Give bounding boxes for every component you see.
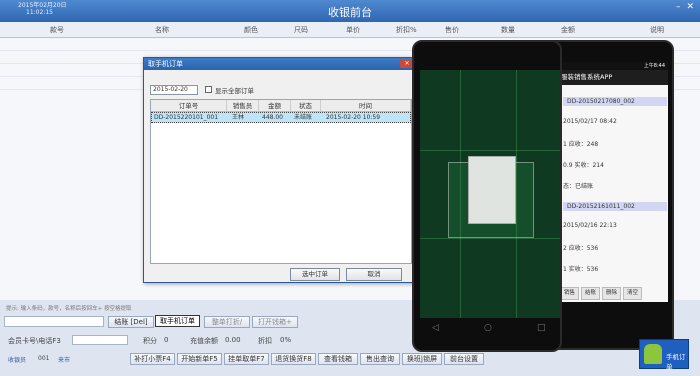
order-due-1: 1 应收：248 [563, 141, 599, 148]
phone-status-time: 上午8:44 [559, 62, 668, 70]
order-table: 订单号 销售员 金额 状态 时间 DD-2015220101_001 王林 44… [150, 99, 412, 264]
order-due-2: 2 应收：536 [563, 245, 599, 252]
receipt-image [468, 156, 516, 224]
col-amount: 金额 [561, 25, 575, 34]
cell-time: 2015-02-20 10:59 [326, 114, 381, 121]
table-row[interactable]: DD-2015220101_001 王林 448.00 未结账 2015-02-… [151, 112, 411, 123]
show-all-label: 显示全部订单 [215, 87, 254, 95]
col-sale-price: 售价 [445, 25, 459, 34]
discount-value: 0% [280, 336, 292, 344]
order-paid-1: 0.9 实收：214 [563, 162, 604, 169]
member-input[interactable] [72, 335, 128, 345]
window-title: 收银前台 [328, 6, 372, 19]
home-icon[interactable]: ○ [484, 323, 492, 333]
view-drawer-button[interactable]: 查看钱箱 [318, 353, 358, 365]
fetch-order-dialog: 取手机订单 ✕ 2015-02-20 显示全部订单 订单号 销售员 金额 状态 … [143, 57, 417, 283]
new-order-button[interactable]: 开始新单F5 [177, 353, 222, 365]
order-date-2: 2015/02/16 22:13 [563, 222, 617, 229]
hold-order-button[interactable]: 挂单取单F7 [224, 353, 269, 365]
order-paid-2: 1 实收：536 [563, 266, 599, 273]
show-all-checkbox[interactable] [205, 86, 212, 93]
android-icon [644, 344, 662, 364]
th-status: 状态 [291, 100, 321, 112]
tab-delete[interactable]: 删除 [602, 287, 622, 300]
recharge-value: 0.00 [225, 336, 241, 344]
app-title: 服装销售系统APP [559, 70, 668, 85]
cell-status: 未结账 [294, 114, 313, 121]
points-value: 0 [164, 336, 169, 344]
th-amount: 金额 [259, 100, 291, 112]
cashier-label: 收银员 [8, 357, 27, 364]
search-input[interactable] [4, 316, 104, 327]
sales-grid-header: 款号 名称 颜色 尺码 单价 折扣% 售价 数量 金额 说明 [0, 22, 700, 38]
tab-sell[interactable]: 销售 [560, 287, 580, 300]
mobile-order-badge[interactable]: 手机订单 [639, 339, 689, 371]
col-qty: 数量 [501, 25, 515, 34]
cancel-button[interactable]: 取消 [346, 268, 402, 281]
mobile-app-screen: 上午8:44 服装销售系统APP DD-20150217080_002 2015… [559, 62, 668, 302]
th-seller: 销售员 [227, 100, 259, 112]
select-order-button[interactable]: 选中订单 [290, 268, 340, 281]
recent-icon[interactable]: □ [537, 323, 546, 333]
order-id-2[interactable]: DD-20152161011_002 [563, 202, 667, 211]
shift-lock-button[interactable]: 换班|锁屏 [402, 353, 442, 365]
date-select[interactable]: 2015-02-20 [150, 85, 198, 95]
tab-clear[interactable]: 清空 [623, 287, 643, 300]
open-drawer-button[interactable]: 打开钱箱+ [252, 316, 298, 328]
return-exchange-button[interactable]: 退货换货F8 [271, 353, 316, 365]
order-date-1: 2015/02/17 08:42 [563, 118, 617, 125]
camera-viewfinder [420, 70, 560, 318]
th-order: 订单号 [151, 100, 227, 112]
sales-query-button[interactable]: 售出查询 [360, 353, 400, 365]
settle-button[interactable]: 结账 [Del] [108, 316, 154, 328]
back-icon[interactable]: ◁ [432, 323, 439, 333]
col-size: 尺码 [294, 25, 308, 34]
order-id-1[interactable]: DD-20150217080_002 [563, 97, 667, 106]
order-status-1: 态：已结账 [563, 183, 594, 190]
close-icon[interactable]: ✕ [686, 2, 694, 12]
cell-seller: 王林 [232, 114, 245, 121]
col-note: 说明 [650, 25, 664, 34]
minimize-icon[interactable]: – [676, 2, 681, 12]
search-hint: 提示: 输入条码，款号，名称后按回车+ 按空格提取 [6, 306, 132, 312]
col-color: 颜色 [244, 25, 258, 34]
member-label: 会员卡号\电话F3 [8, 337, 61, 345]
points-label: 积分 [143, 337, 157, 345]
th-time: 时间 [321, 100, 411, 112]
cashier-value: 001 [38, 355, 50, 362]
col-style-no: 款号 [50, 25, 64, 34]
tab-settle[interactable]: 结账 [581, 287, 601, 300]
discount-label: 折扣 [258, 337, 272, 345]
col-price: 单价 [346, 25, 360, 34]
whole-order-discount-button[interactable]: 整单打折/ [204, 316, 250, 328]
cell-order: DD-2015220101_001 [154, 114, 219, 121]
settings-button[interactable]: 前台设置 [444, 353, 484, 365]
badge-label: 手机订单 [666, 353, 686, 371]
reprint-button[interactable]: 补打小票F4 [130, 353, 175, 365]
col-name: 名称 [155, 25, 169, 34]
shift-label: 来市 [58, 357, 71, 364]
recharge-label: 充值余额 [190, 337, 218, 345]
title-bar: 2015年02月20日 11:02:15 收银前台 – ✕ [0, 0, 700, 22]
dialog-title: 取手机订单 [144, 58, 416, 70]
col-discount: 折扣% [396, 25, 417, 34]
fetch-mobile-order-button[interactable]: 取手机订单 [155, 315, 200, 327]
cell-amount: 448.00 [262, 114, 283, 121]
